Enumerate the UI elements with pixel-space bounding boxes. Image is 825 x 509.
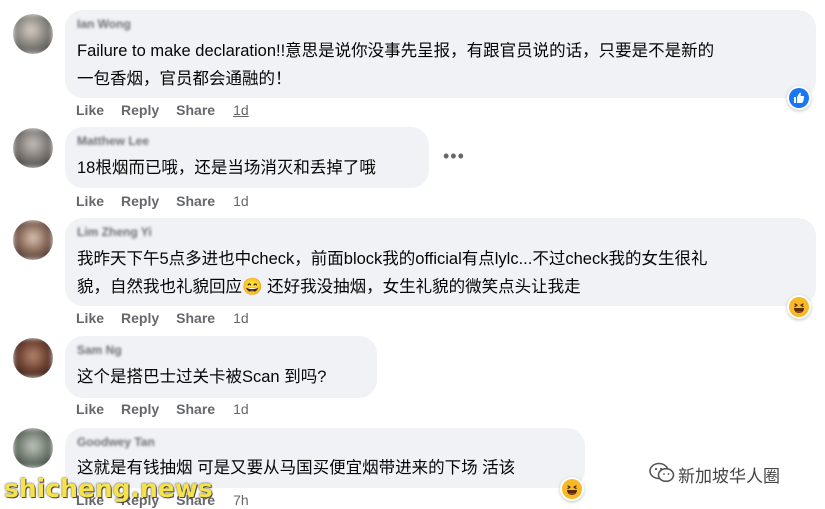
comment-text-line-1: 我昨天下午5点多进也中check，前面block我的official有点lylc… — [77, 250, 708, 268]
comment-actions: Like Reply Share 1d — [76, 102, 266, 118]
reply-link[interactable]: Reply — [121, 193, 159, 209]
wechat-icon — [649, 462, 675, 483]
avatar[interactable] — [13, 338, 53, 378]
avatar[interactable] — [13, 128, 53, 168]
comment-actions: Like Reply Share 1d — [76, 401, 266, 417]
reaction-badge[interactable] — [787, 86, 811, 110]
timestamp[interactable]: 1d — [233, 102, 249, 118]
reaction-badge[interactable] — [787, 295, 811, 319]
comment-text-line-1: 这个是搭巴士过关卡被Scan 到吗? — [77, 368, 327, 386]
like-link[interactable]: Like — [76, 193, 104, 209]
commenter-name[interactable]: Sam Ng — [77, 343, 122, 357]
comment-text-line-1: 18根烟而已哦，还是当场消灭和丢掉了哦 — [77, 159, 376, 177]
share-link[interactable]: Share — [176, 193, 215, 209]
timestamp[interactable]: 1d — [233, 193, 249, 209]
like-link[interactable]: Like — [76, 102, 104, 118]
comment-text-line-2: 一包香烟，官员都会通融的！ — [77, 70, 292, 88]
commenter-name[interactable]: Goodwey Tan — [77, 435, 155, 449]
comment-actions: Like Reply Share 1d — [76, 193, 266, 209]
comment-bubble: Ian Wong Failure to make declaration!!意思… — [65, 10, 816, 98]
like-link[interactable]: Like — [76, 310, 104, 326]
like-link[interactable]: Like — [76, 401, 104, 417]
commenter-name[interactable]: Matthew Lee — [77, 134, 149, 148]
timestamp[interactable]: 7h — [233, 492, 249, 508]
reply-link[interactable]: Reply — [121, 401, 159, 417]
share-link[interactable]: Share — [176, 310, 215, 326]
avatar[interactable] — [13, 428, 53, 468]
like-icon — [789, 88, 809, 108]
reply-link[interactable]: Reply — [121, 102, 159, 118]
comment-text-line-2: 貌，自然我也礼貌回应😄 还好我没抽烟，女生礼貌的微笑点头让我走 — [77, 278, 581, 296]
comment-bubble: Lim Zheng Yi 我昨天下午5点多进也中check，前面block我的o… — [65, 218, 816, 306]
reaction-badge[interactable] — [560, 477, 584, 501]
more-options-icon[interactable]: ••• — [443, 146, 465, 167]
commenter-name[interactable]: Ian Wong — [77, 17, 131, 31]
reply-link[interactable]: Reply — [121, 310, 159, 326]
timestamp[interactable]: 1d — [233, 401, 249, 417]
timestamp[interactable]: 1d — [233, 310, 249, 326]
share-link[interactable]: Share — [176, 102, 215, 118]
comment-text-line-1: Failure to make declaration!!意思是说你没事先呈报，… — [77, 42, 715, 60]
comment-bubble: Sam Ng 这个是搭巴士过关卡被Scan 到吗? — [65, 336, 377, 398]
comment-bubble: Matthew Lee 18根烟而已哦，还是当场消灭和丢掉了哦 — [65, 127, 429, 188]
site-watermark: shicheng.news — [4, 474, 213, 503]
wechat-account-name: 新加坡华人圈 — [678, 467, 780, 486]
avatar[interactable] — [13, 14, 53, 54]
comment-actions: Like Reply Share 1d — [76, 310, 266, 326]
avatar[interactable] — [13, 220, 53, 260]
haha-icon — [562, 479, 582, 499]
share-link[interactable]: Share — [176, 401, 215, 417]
haha-icon — [789, 297, 809, 317]
commenter-name[interactable]: Lim Zheng Yi — [77, 225, 152, 239]
